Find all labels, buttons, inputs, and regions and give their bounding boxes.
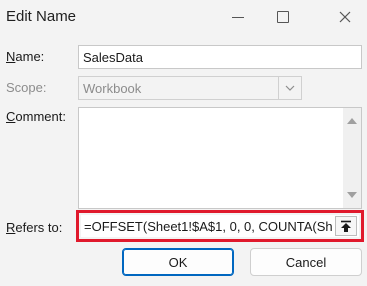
minimize-button[interactable]	[216, 0, 260, 34]
refers-to-label: Refers to:	[6, 220, 62, 235]
name-label-accelerator: N	[6, 49, 16, 64]
comment-textarea[interactable]	[78, 107, 362, 209]
title-bar: Edit Name	[0, 0, 367, 34]
name-input-value: SalesData	[83, 50, 143, 65]
close-icon	[339, 11, 351, 23]
name-label-text: ame:	[15, 49, 45, 64]
scroll-up-arrow-icon[interactable]	[347, 118, 357, 124]
maximize-button[interactable]	[261, 0, 305, 34]
maximize-icon	[277, 11, 289, 23]
edit-name-dialog: Edit Name Name: SalesData Scope: Workboo…	[0, 0, 367, 286]
scope-label: Scope:	[6, 80, 47, 95]
name-input[interactable]: SalesData	[78, 45, 362, 69]
refers-to-label-text: efers to:	[15, 220, 63, 235]
collapse-dialog-button[interactable]	[335, 216, 357, 236]
refers-to-input[interactable]: =OFFSET(Sheet1!$A$1, 0, 0, COUNTA(Shee	[81, 215, 359, 237]
refers-to-input-value: =OFFSET(Sheet1!$A$1, 0, 0, COUNTA(Shee	[84, 219, 332, 234]
cancel-button[interactable]: Cancel	[250, 248, 362, 276]
collapse-dialog-icon	[341, 220, 351, 232]
comment-label-accelerator: C	[6, 109, 16, 124]
comment-scrollbar[interactable]	[343, 108, 361, 208]
scope-select-value: Workbook	[83, 81, 142, 96]
minimize-icon	[232, 16, 244, 18]
scope-select[interactable]: Workbook	[78, 76, 302, 100]
scroll-down-arrow-icon[interactable]	[347, 192, 357, 198]
name-label: Name:	[6, 49, 44, 64]
chevron-down-icon	[285, 85, 295, 91]
comment-label: Comment:	[6, 109, 66, 124]
window-title: Edit Name	[6, 8, 77, 25]
ok-button[interactable]: OK	[122, 248, 234, 276]
comment-label-text: omment:	[15, 109, 66, 124]
scope-dropdown-button[interactable]	[278, 77, 301, 99]
refers-to-label-accelerator: R	[6, 220, 16, 235]
close-button[interactable]	[323, 0, 367, 34]
